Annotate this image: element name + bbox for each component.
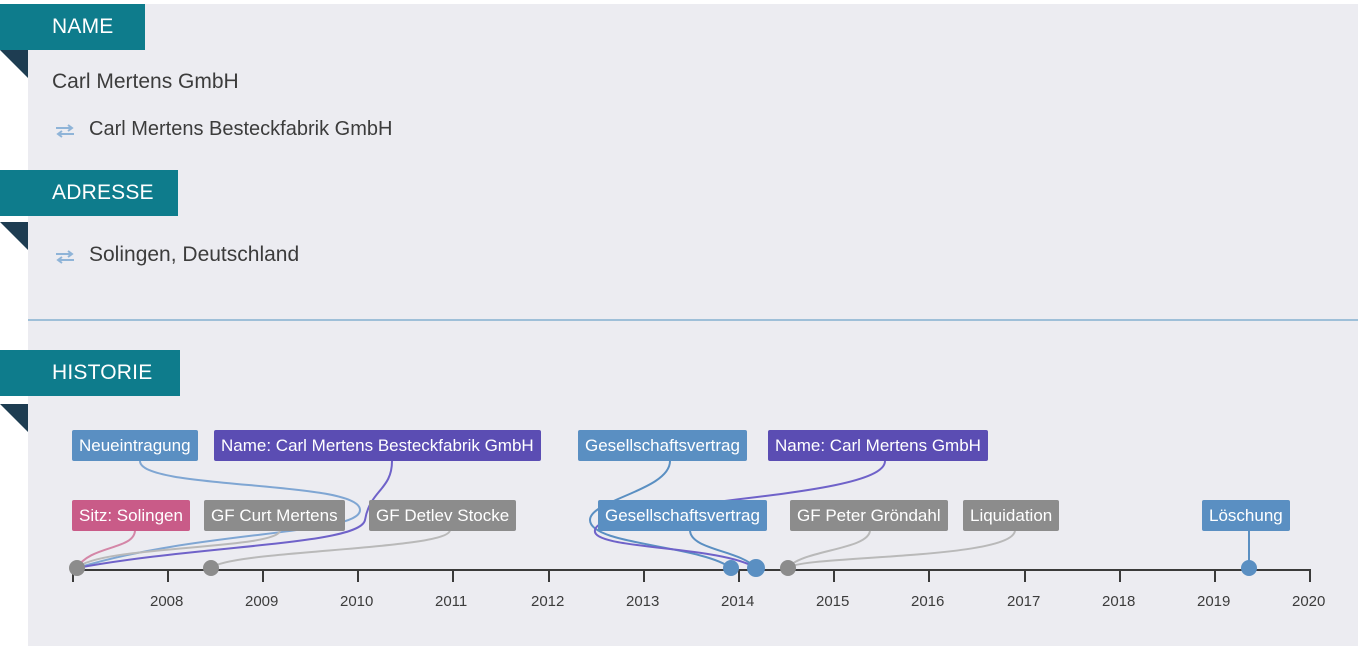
connector-gf-peter: [787, 529, 871, 569]
year-label: 2008: [150, 593, 184, 610]
event-chip-gesellschaftsvertrag-2[interactable]: Gesellschaftsvertrag: [598, 500, 767, 531]
event-dot-2013[interactable]: [723, 560, 739, 576]
event-chip-liquidation[interactable]: Liquidation: [963, 500, 1060, 531]
year-label: 2015: [816, 593, 850, 610]
history-timeline: [69, 460, 1311, 582]
event-chip-loschung[interactable]: Löschung: [1202, 500, 1290, 531]
year-label: 2016: [911, 593, 945, 610]
event-dot-2007[interactable]: [69, 560, 85, 576]
year-label: 2017: [1007, 593, 1041, 610]
year-label: 2009: [245, 593, 279, 610]
year-label: 2012: [531, 593, 565, 610]
event-chip-name-carl-mertens[interactable]: Name: Carl Mertens GmbH: [768, 430, 988, 461]
event-dot-2014-a[interactable]: [747, 559, 765, 577]
event-chip-gf-detlev-stocke[interactable]: GF Detlev Stocke: [369, 500, 517, 531]
year-label: 2013: [626, 593, 660, 610]
connector-liquidation: [787, 529, 1016, 569]
event-chip-gf-curt-mertens[interactable]: GF Curt Mertens: [204, 500, 345, 531]
event-chip-name-besteckfabrik[interactable]: Name: Carl Mertens Besteckfabrik GmbH: [214, 430, 541, 461]
event-dot-2008[interactable]: [203, 560, 219, 576]
year-label: 2018: [1102, 593, 1136, 610]
year-label: 2019: [1197, 593, 1231, 610]
event-chip-neueintragung[interactable]: Neueintragung: [72, 430, 198, 461]
event-chip-sitz[interactable]: Sitz: Solingen: [72, 500, 190, 531]
event-chip-gf-peter-grondahl[interactable]: GF Peter Gröndahl: [790, 500, 948, 531]
event-dot-2019[interactable]: [1241, 560, 1257, 576]
event-dot-2014-b[interactable]: [780, 560, 796, 576]
year-label: 2014: [721, 593, 755, 610]
event-chip-gesellschaftsvertrag[interactable]: Gesellschaftsvertrag: [578, 430, 747, 461]
year-label: 2010: [340, 593, 374, 610]
year-label: 2020: [1292, 593, 1326, 610]
year-label: 2011: [435, 593, 468, 610]
